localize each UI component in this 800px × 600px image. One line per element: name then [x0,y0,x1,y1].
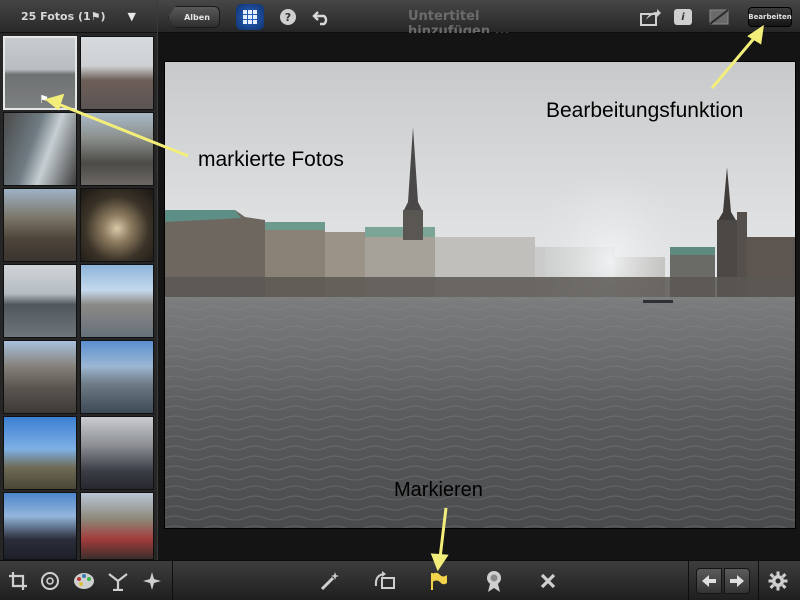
thumbnail[interactable] [3,188,77,262]
rotate-photo-icon [374,571,395,589]
svg-text:?: ? [285,11,291,24]
next-photo-button[interactable] [724,568,750,594]
magic-wand-icon [320,572,339,591]
bottom-toolbar [0,560,800,600]
annotation-edit-function: Bearbeitungsfunktion [546,99,744,122]
crop-button[interactable] [6,569,30,593]
help-icon: ? [280,9,296,25]
thumbnail[interactable] [3,112,77,186]
thumbnail-sidebar: 25 Fotos (1⚑) ▼ ⚑ [0,0,158,560]
sparkle-icon [143,572,161,590]
chevron-down-icon: ▼ [127,9,136,23]
thumbnail[interactable] [80,264,154,338]
photo-count-label: 25 Fotos (1⚑) [21,9,106,23]
award-icon [487,571,501,592]
share-icon [640,9,661,26]
prev-arrow-icon [702,575,716,587]
effects-button[interactable] [140,569,164,593]
thumbnail[interactable] [80,36,154,110]
grid-view-button[interactable] [236,4,264,30]
flag-icon [431,572,447,590]
thumbnail-grid: ⚑ [3,36,155,560]
undo-button[interactable] [310,6,334,28]
reject-icon [540,573,556,589]
edit-button[interactable]: Bearbeiten [748,7,792,27]
thumbnail[interactable] [3,492,77,560]
thumbnail[interactable] [80,188,154,262]
rotate-photo-button[interactable] [372,569,396,593]
undo-icon [312,11,328,26]
thumbnail[interactable] [80,340,154,414]
photo-count-header[interactable]: 25 Fotos (1⚑) ▼ [0,0,157,33]
compare-button[interactable] [708,6,730,28]
photo-editor-app: 25 Fotos (1⚑) ▼ ⚑ Alben ? Untertitel hin… [0,0,800,600]
share-button[interactable] [638,6,664,28]
rotate-icon [41,572,59,590]
rotate-button[interactable] [38,569,62,593]
crop-icon [9,572,27,590]
thumbnail[interactable] [3,416,77,490]
favorite-button[interactable] [482,569,506,593]
next-arrow-icon [730,575,744,587]
flag-button[interactable] [426,569,450,593]
compare-icon [709,9,729,25]
annotation-flag: Markieren [394,479,483,501]
flag-icon: ⚑ [39,93,49,106]
thumbnail[interactable] [3,264,77,338]
info-icon: i [681,11,685,23]
thumbnail[interactable] [3,340,77,414]
top-toolbar: Alben ? Untertitel hinzufügen ... i Bear… [158,0,800,39]
sizes-icon [108,573,128,591]
help-button[interactable]: ? [278,6,298,28]
hamburg-lake-photo [165,62,795,528]
settings-button[interactable] [766,569,790,593]
toolbar-divider [688,561,689,600]
thumbnail[interactable] [80,112,154,186]
previous-photo-button[interactable] [696,568,722,594]
grid-view-icon [243,10,257,24]
thumbnail[interactable] [80,492,154,560]
back-to-albums-button[interactable]: Alben [168,6,220,28]
main-photo[interactable] [164,61,796,529]
thumbnail-selected[interactable]: ⚑ [3,36,77,110]
reject-button[interactable] [536,569,560,593]
thumbnail[interactable] [80,416,154,490]
color-button[interactable] [72,569,96,593]
annotation-marked-photos: markierte Fotos [198,148,344,171]
auto-enhance-button[interactable] [318,569,342,593]
info-button[interactable]: i [674,9,692,25]
gear-icon [768,571,788,591]
palette-icon [74,573,94,589]
toolbar-divider [758,561,759,600]
sizes-button[interactable] [106,569,130,593]
toolbar-divider [172,561,173,600]
